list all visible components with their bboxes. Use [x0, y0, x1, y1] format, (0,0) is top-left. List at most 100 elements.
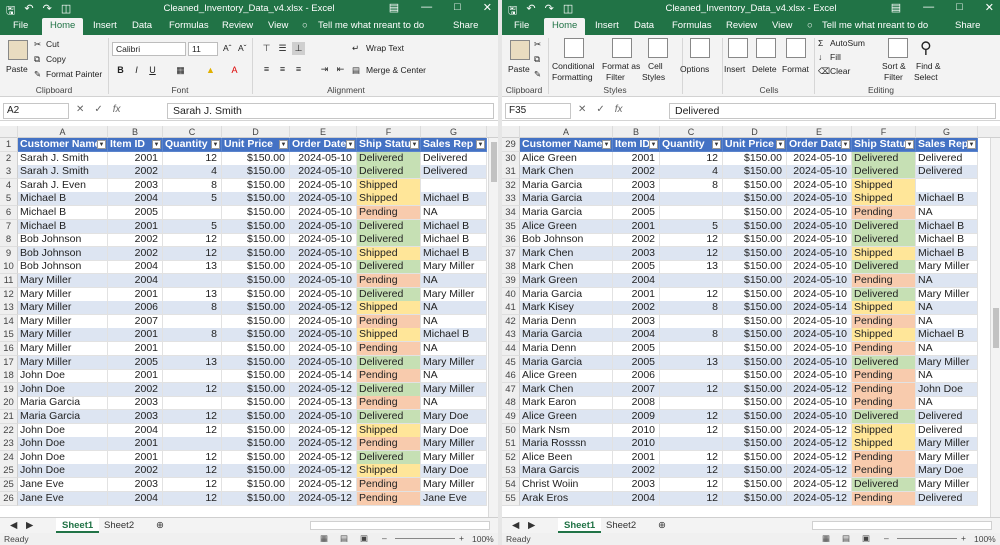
- cell-rep[interactable]: Mary Miller: [421, 382, 487, 397]
- align-bottom-icon[interactable]: ⊥: [292, 42, 305, 55]
- cell-name[interactable]: Mark Chen: [520, 260, 613, 275]
- filter-dropdown-icon[interactable]: ▼: [776, 140, 785, 149]
- cell-status[interactable]: Delivered: [852, 287, 916, 302]
- cell-name[interactable]: Maria Garcia: [520, 192, 613, 207]
- cell-status[interactable]: Pending: [852, 491, 916, 506]
- cell-name[interactable]: Mary Miller: [18, 274, 108, 288]
- cell-id[interactable]: 2001: [613, 287, 660, 302]
- cell-rep[interactable]: Mary Miller: [421, 437, 487, 452]
- cell-price[interactable]: $150.00: [723, 314, 787, 329]
- cell-qty[interactable]: 5: [660, 219, 723, 234]
- cell-status[interactable]: Shipped: [357, 178, 421, 193]
- cell-status[interactable]: Shipped: [357, 423, 421, 438]
- cell-qty[interactable]: 13: [163, 287, 222, 302]
- cell-status[interactable]: Delivered: [852, 151, 916, 166]
- cell-rep[interactable]: Mary Miller: [916, 437, 978, 452]
- row-number[interactable]: 29: [502, 138, 520, 152]
- conditional-formatting-icon[interactable]: [564, 38, 584, 58]
- cell-name[interactable]: Alice Green: [520, 369, 613, 384]
- autosum-button[interactable]: AutoSum: [830, 38, 865, 48]
- cell-qty[interactable]: 4: [163, 165, 222, 180]
- cell-id[interactable]: 2002: [108, 464, 163, 479]
- page-break-icon[interactable]: ▣: [360, 533, 368, 544]
- tab-file[interactable]: File: [13, 20, 28, 31]
- cell-rep[interactable]: Delivered: [916, 151, 978, 166]
- cell-qty[interactable]: 12: [660, 491, 723, 506]
- select-all-corner[interactable]: [0, 126, 18, 138]
- cell-id[interactable]: 2005: [613, 206, 660, 220]
- cell-date[interactable]: 2024-05-10: [290, 246, 357, 261]
- header-cell-id[interactable]: Item ID ▼: [613, 138, 660, 152]
- cell-id[interactable]: 2005: [613, 355, 660, 370]
- cell-rep[interactable]: NA: [421, 301, 487, 316]
- maximize-button[interactable]: □: [454, 1, 461, 14]
- cell-status[interactable]: Pending: [852, 464, 916, 479]
- cell-price[interactable]: $150.00: [723, 450, 787, 465]
- cell-rep[interactable]: Michael B: [421, 246, 487, 261]
- row-number[interactable]: 23: [0, 437, 18, 452]
- cell-qty[interactable]: [660, 396, 723, 411]
- cell-name[interactable]: Maria Rosssn: [520, 437, 613, 452]
- cell-price[interactable]: $150.00: [222, 260, 290, 275]
- format-painter-icon[interactable]: ✎: [34, 69, 41, 80]
- cell-price[interactable]: $150.00: [723, 396, 787, 411]
- row-number[interactable]: 36: [502, 233, 520, 248]
- cell-id[interactable]: 2008: [613, 396, 660, 411]
- enter-icon[interactable]: ✓: [94, 104, 102, 115]
- cell-status[interactable]: Delivered: [357, 165, 421, 180]
- cell-price[interactable]: $150.00: [222, 192, 290, 207]
- cell-price[interactable]: $150.00: [222, 274, 290, 288]
- cell-qty[interactable]: 4: [660, 165, 723, 180]
- cell-qty[interactable]: [660, 342, 723, 356]
- cell-date[interactable]: 2024-05-12: [290, 437, 357, 452]
- merge-icon[interactable]: ▤: [352, 65, 360, 76]
- cancel-icon[interactable]: ✕: [76, 104, 84, 115]
- cell-price[interactable]: $150.00: [222, 246, 290, 261]
- cell-status[interactable]: Pending: [357, 478, 421, 492]
- cell-price[interactable]: $150.00: [222, 233, 290, 248]
- cell-id[interactable]: 2006: [108, 301, 163, 316]
- row-number[interactable]: 12: [0, 287, 18, 302]
- cell-price[interactable]: $150.00: [723, 491, 787, 506]
- row-number[interactable]: 25: [0, 464, 18, 479]
- cell-qty[interactable]: 13: [163, 355, 222, 370]
- cell-id[interactable]: 2003: [613, 314, 660, 329]
- cell-status[interactable]: Delivered: [357, 355, 421, 370]
- cell-id[interactable]: 2003: [108, 410, 163, 424]
- row-number[interactable]: 25: [0, 478, 18, 492]
- cell-qty[interactable]: 12: [660, 151, 723, 166]
- cell-status[interactable]: Pending: [852, 206, 916, 220]
- format-button[interactable]: Format: [782, 64, 809, 74]
- row-number[interactable]: 11: [0, 274, 18, 288]
- fill-button[interactable]: Fill: [830, 52, 841, 62]
- cell-price[interactable]: $150.00: [222, 369, 290, 384]
- cell-status[interactable]: Pending: [852, 382, 916, 397]
- cell-rep[interactable]: Michael B: [916, 219, 978, 234]
- cell-rep[interactable]: Jane Eve: [421, 491, 487, 506]
- cell-price[interactable]: $150.00: [723, 342, 787, 356]
- add-sheet-icon[interactable]: ⊕: [652, 518, 672, 533]
- cell-price[interactable]: $150.00: [222, 165, 290, 180]
- column-header-c[interactable]: C: [660, 126, 723, 138]
- filter-dropdown-icon[interactable]: ▼: [905, 140, 914, 149]
- sort-filter-button[interactable]: Filter: [884, 72, 903, 82]
- cell-price[interactable]: $150.00: [222, 151, 290, 166]
- cell-name[interactable]: Maria Denn: [520, 314, 613, 329]
- fx-icon[interactable]: fx: [615, 104, 623, 115]
- cell-price[interactable]: $150.00: [723, 219, 787, 234]
- cell-id[interactable]: 2006: [613, 369, 660, 384]
- borders-icon[interactable]: ▦: [174, 64, 187, 77]
- header-cell-date[interactable]: Order Date ▼: [290, 138, 357, 152]
- filter-label[interactable]: Filter: [606, 72, 625, 82]
- cell-qty[interactable]: 12: [163, 464, 222, 479]
- cell-name[interactable]: Bob Johnson: [18, 246, 108, 261]
- row-number[interactable]: 42: [502, 314, 520, 329]
- cell-id[interactable]: 2001: [108, 450, 163, 465]
- page-break-icon[interactable]: ▣: [862, 533, 870, 544]
- header-cell-price[interactable]: Unit Price ▼: [222, 138, 290, 152]
- row-number[interactable]: 10: [0, 260, 18, 275]
- cell-rep[interactable]: Mary Doe: [916, 464, 978, 479]
- cell-date[interactable]: 2024-05-10: [290, 178, 357, 193]
- cell-id[interactable]: 2004: [108, 192, 163, 207]
- cell-date[interactable]: 2024-05-12: [290, 301, 357, 316]
